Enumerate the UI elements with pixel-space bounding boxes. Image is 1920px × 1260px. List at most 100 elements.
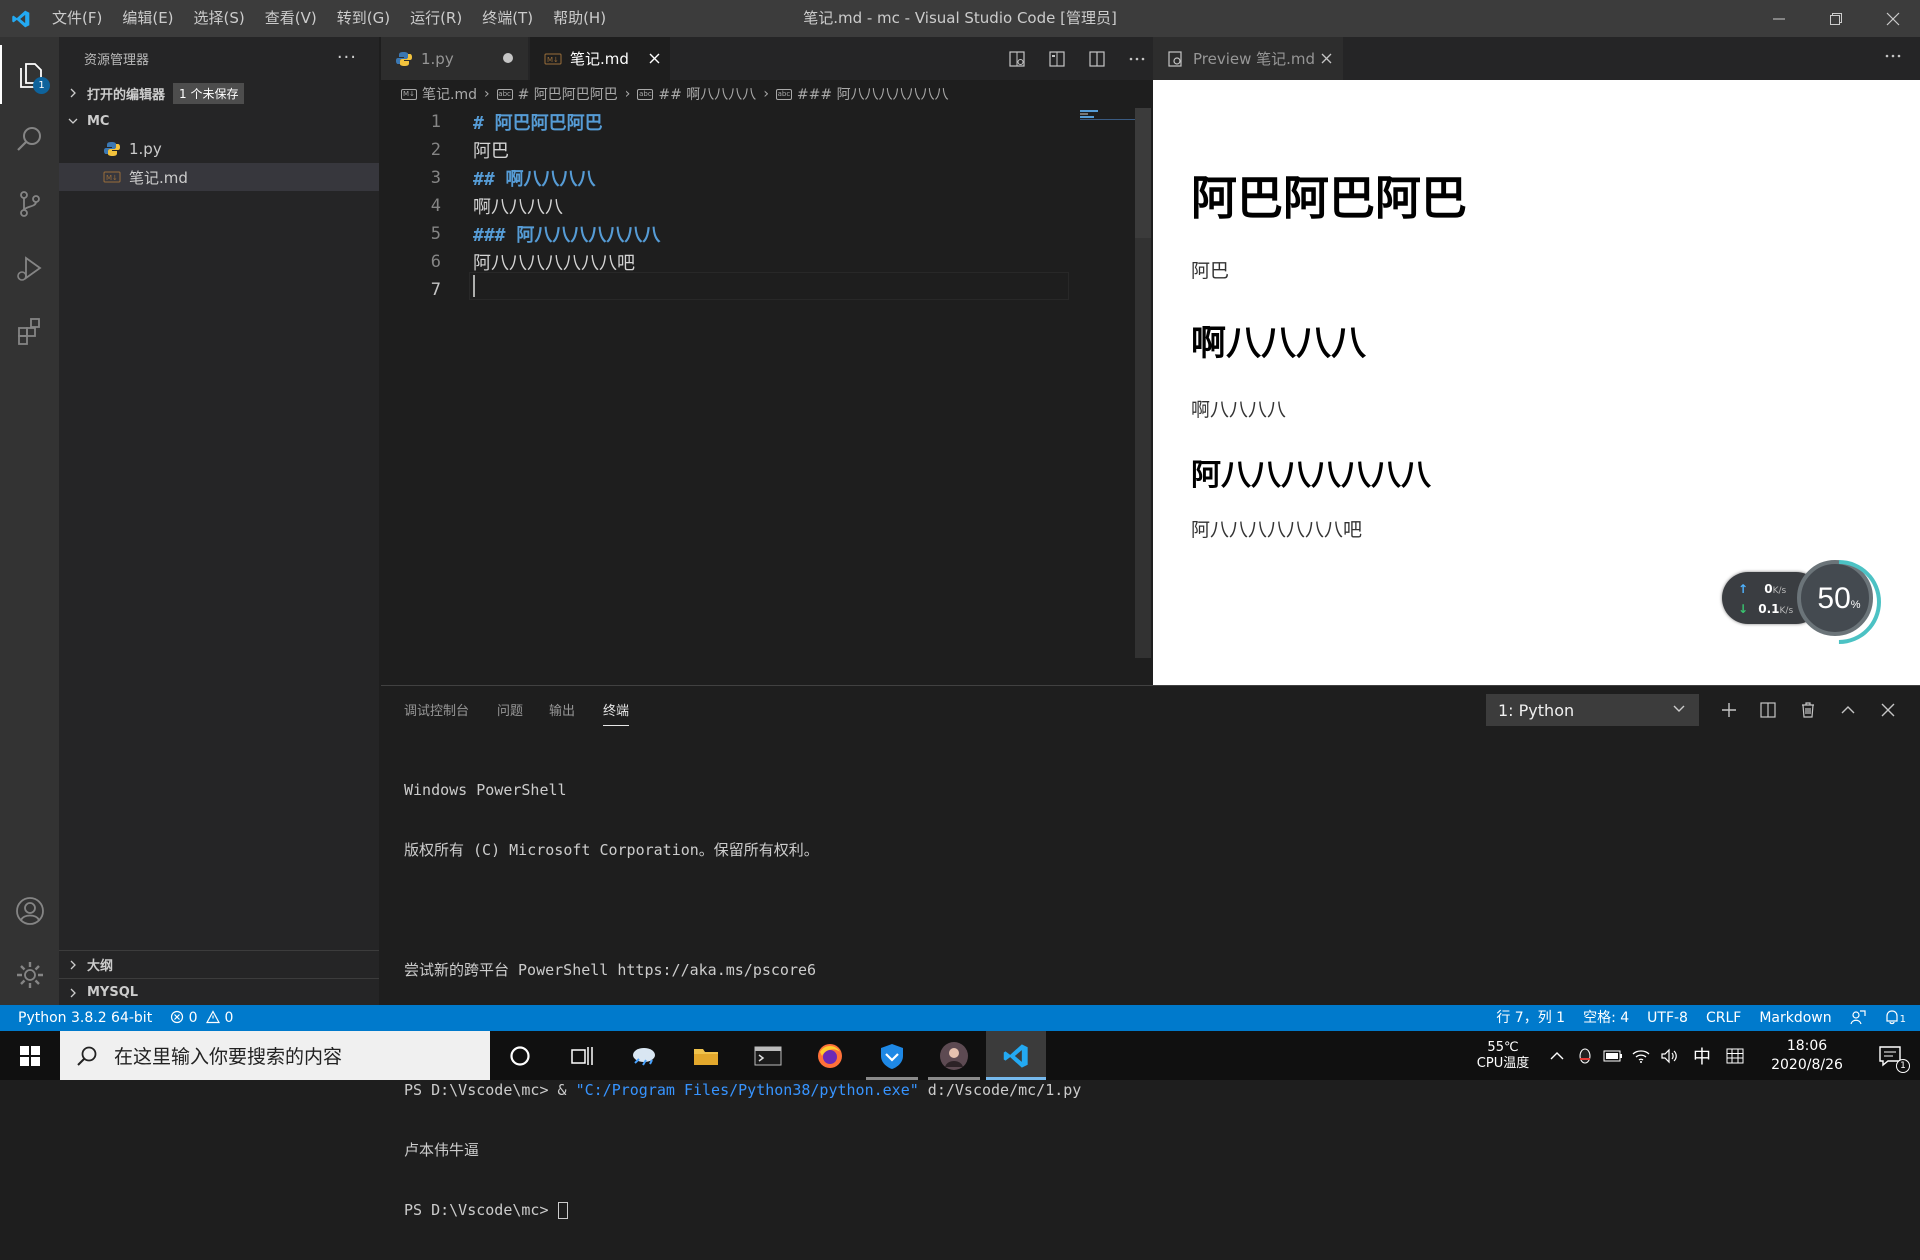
code-line: 2 阿巴 — [381, 136, 1101, 164]
taskbar-app-weather[interactable] — [614, 1031, 674, 1080]
vscode-logo-icon[interactable] — [0, 0, 42, 37]
breadcrumb-h1[interactable]: # 阿巴阿巴阿巴 — [518, 84, 618, 104]
tab-problems[interactable]: 问题 — [497, 700, 523, 719]
end-of-line[interactable]: CRLF — [1697, 1005, 1750, 1031]
start-button[interactable] — [0, 1031, 60, 1080]
run-debug-activity[interactable] — [0, 238, 59, 297]
source-control-activity[interactable] — [0, 174, 59, 233]
menu-help[interactable]: 帮助(H) — [543, 0, 616, 37]
extensions-activity[interactable] — [0, 301, 59, 360]
menu-go[interactable]: 转到(G) — [327, 0, 400, 37]
scrollbar-track — [1135, 238, 1151, 658]
open-preview-side-button[interactable] — [997, 50, 1037, 68]
cpu-temperature[interactable]: 55℃ CPU温度 — [1462, 1031, 1544, 1080]
tab-terminal[interactable]: 终端 — [603, 700, 630, 726]
file-item-note-md[interactable]: M↓ 笔记.md — [59, 163, 379, 191]
network-speed-widget[interactable]: ↑ 0K/s ↓ 0.1K/s 50% — [1722, 560, 1874, 636]
tray-battery[interactable] — [1600, 1031, 1626, 1080]
menu-view[interactable]: 查看(V) — [255, 0, 327, 37]
explorer-sidebar: 资源管理器 ··· 打开的编辑器 1 个未保存 MC 1.py M↓ 笔记.md… — [59, 37, 379, 1005]
weather-app-icon — [633, 1047, 655, 1066]
split-editor-button[interactable] — [1077, 50, 1117, 68]
editor-more-button[interactable] — [1117, 50, 1157, 68]
breadcrumb-file[interactable]: 笔记.md — [422, 84, 477, 104]
taskbar-app-vscode[interactable] — [986, 1031, 1046, 1080]
cursor-position[interactable]: 行 7，列 1 — [1487, 1005, 1574, 1031]
encoding[interactable]: UTF-8 — [1638, 1005, 1697, 1031]
tray-ime[interactable]: 中 — [1686, 1031, 1718, 1080]
preview-more-button[interactable] — [1884, 47, 1902, 69]
kill-terminal-button[interactable] — [1794, 696, 1822, 724]
task-view-button[interactable] — [552, 1031, 612, 1080]
scrollbar-thumb[interactable] — [1135, 108, 1151, 238]
code-editor[interactable]: 1 # 阿巴阿巴阿巴 2 阿巴 3 ## 啊八八八八 4 啊八八八八 5 ### 阿八八八… — [381, 108, 1141, 688]
taskbar-app-firefox[interactable] — [800, 1031, 860, 1080]
menu-edit[interactable]: 编辑(E) — [112, 0, 183, 37]
taskbar-app-file-explorer[interactable] — [676, 1031, 736, 1080]
close-tab-icon[interactable] — [649, 53, 660, 64]
close-tab-icon[interactable] — [1321, 53, 1332, 64]
taskbar-app-security[interactable] — [862, 1031, 922, 1080]
tray-qq[interactable] — [1572, 1031, 1598, 1080]
open-editors-section[interactable]: 打开的编辑器 1 个未保存 — [59, 79, 379, 107]
terminal-prompt: PS D:\Vscode\mc> & — [404, 1081, 576, 1099]
explorer-title: 资源管理器 — [84, 52, 150, 68]
minimap[interactable] — [1080, 110, 1136, 122]
restore-button[interactable] — [1807, 0, 1864, 37]
terminal-line: PS D:\Vscode\mc> — [404, 1200, 1081, 1220]
outline-section[interactable]: 大纲 — [59, 950, 379, 978]
split-terminal-button[interactable] — [1754, 696, 1782, 724]
tab-1py[interactable]: 1.py — [381, 37, 528, 80]
taskbar-app-avatar[interactable] — [924, 1031, 984, 1080]
breadcrumb-h2[interactable]: ## 啊八八八八 — [658, 84, 756, 104]
close-window-button[interactable] — [1864, 0, 1920, 37]
explorer-activity[interactable]: 1 — [0, 45, 59, 104]
menu-selection[interactable]: 选择(S) — [184, 0, 255, 37]
tab-output[interactable]: 输出 — [549, 700, 575, 719]
action-center-button[interactable]: 1 — [1866, 1031, 1914, 1080]
terminal-select[interactable]: 1: Python — [1486, 694, 1699, 726]
folder-section[interactable]: MC — [59, 107, 379, 135]
accounts-activity[interactable] — [0, 881, 59, 940]
menu-terminal[interactable]: 终端(T) — [472, 0, 543, 37]
clock[interactable]: 18:06 2020/8/26 — [1752, 1031, 1862, 1080]
unsaved-dot-icon[interactable] — [503, 53, 513, 63]
python-interpreter[interactable]: Python 3.8.2 64-bit — [0, 1005, 161, 1031]
tab-debug-console[interactable]: 调试控制台 — [404, 700, 469, 719]
taskbar-app-terminal[interactable] — [738, 1031, 798, 1080]
feedback-button[interactable] — [1841, 1005, 1875, 1031]
maximize-panel-button[interactable] — [1834, 696, 1862, 724]
language-mode[interactable]: Markdown — [1750, 1005, 1840, 1031]
terminal-output[interactable]: Windows PowerShell 版权所有 (C) Microsoft Co… — [404, 740, 1081, 1260]
indentation[interactable]: 空格: 4 — [1574, 1005, 1638, 1031]
search-activity[interactable] — [0, 109, 59, 168]
tray-volume[interactable] — [1656, 1031, 1682, 1080]
breadcrumb-h3[interactable]: ### 阿八八八八八八八 — [797, 84, 949, 104]
tab-preview[interactable]: Preview 笔记.md — [1153, 37, 1343, 80]
menu-file[interactable]: 文件(F) — [42, 0, 112, 37]
terminal-line: PS D:\Vscode\mc> & "C:/Program Files/Pyt… — [404, 1080, 1081, 1100]
explorer-more-button[interactable]: ··· — [337, 47, 357, 68]
file-item-1py[interactable]: 1.py — [59, 135, 379, 163]
tab-note-md[interactable]: M↓ 笔记.md — [530, 37, 670, 80]
editor-scrollbar[interactable] — [1135, 108, 1151, 688]
minimize-button[interactable] — [1750, 0, 1807, 37]
preview-heading-1: 阿巴阿巴阿巴 — [1191, 172, 1467, 224]
preview-tab-bar: Preview 笔记.md — [1153, 37, 1920, 80]
tray-input-keyboard[interactable] — [1720, 1031, 1750, 1080]
close-panel-button[interactable] — [1874, 696, 1902, 724]
preview-heading-2: 啊八八八八 — [1191, 324, 1367, 363]
code-line: 4 啊八八八八 — [381, 192, 1101, 220]
notifications-button[interactable]: 1 — [1875, 1005, 1920, 1031]
taskbar-search-placeholder: 在这里输入你要搜索的内容 — [114, 1046, 343, 1068]
menu-run[interactable]: 运行(R) — [400, 0, 472, 37]
open-preview-button[interactable] — [1037, 50, 1077, 68]
problems-status[interactable]: 0 0 — [161, 1005, 242, 1031]
manage-activity[interactable] — [0, 945, 59, 1004]
cortana-button[interactable] — [490, 1031, 550, 1080]
taskbar-search-box[interactable]: 在这里输入你要搜索的内容 — [60, 1031, 490, 1080]
mysql-section[interactable]: MYSQL — [59, 978, 379, 1006]
tray-wifi[interactable] — [1628, 1031, 1654, 1080]
show-hidden-icons-button[interactable] — [1544, 1031, 1570, 1080]
new-terminal-button[interactable] — [1715, 696, 1743, 724]
